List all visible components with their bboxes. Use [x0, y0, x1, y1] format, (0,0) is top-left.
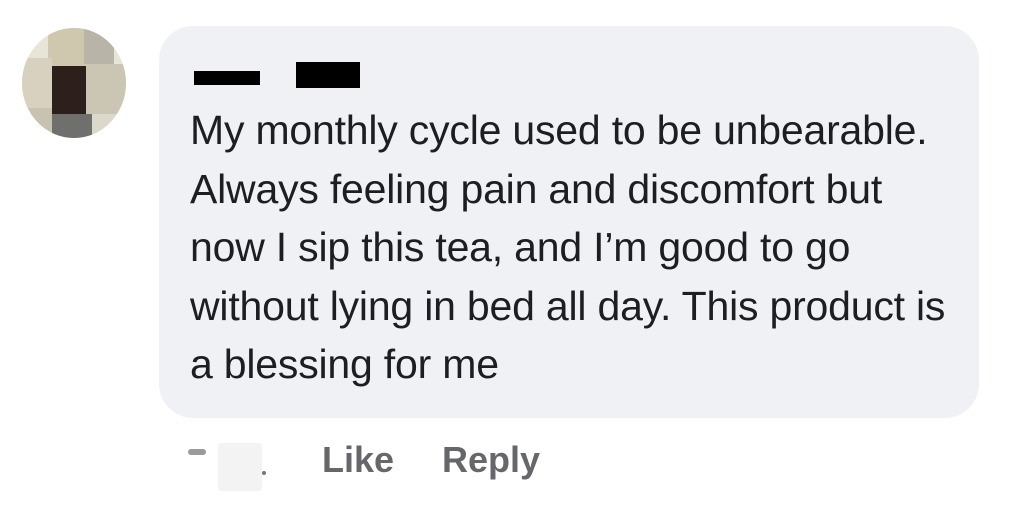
comment-text: My monthly cycle used to be unbearable. …	[190, 107, 946, 387]
redaction-smudge	[218, 443, 262, 491]
comment-thread: My monthly cycle used to be unbearable. …	[0, 0, 1024, 507]
like-button[interactable]: Like	[322, 439, 394, 481]
avatar-pixel	[84, 28, 114, 64]
avatar-pixel	[92, 114, 126, 138]
avatar-pixel	[86, 64, 126, 114]
reply-button[interactable]: Reply	[442, 439, 540, 481]
author-name-redacted[interactable]	[194, 52, 360, 94]
avatar-pixel	[22, 108, 52, 138]
redaction-smudge	[188, 449, 206, 455]
timestamp-redacted[interactable]	[188, 443, 266, 491]
redaction-smudge	[262, 471, 266, 475]
avatar[interactable]	[22, 28, 126, 138]
avatar-pixel	[52, 66, 86, 114]
redaction-bar	[194, 71, 260, 85]
avatar-pixel	[22, 58, 52, 108]
avatar-pixel	[52, 114, 92, 138]
redaction-bar	[296, 62, 360, 88]
